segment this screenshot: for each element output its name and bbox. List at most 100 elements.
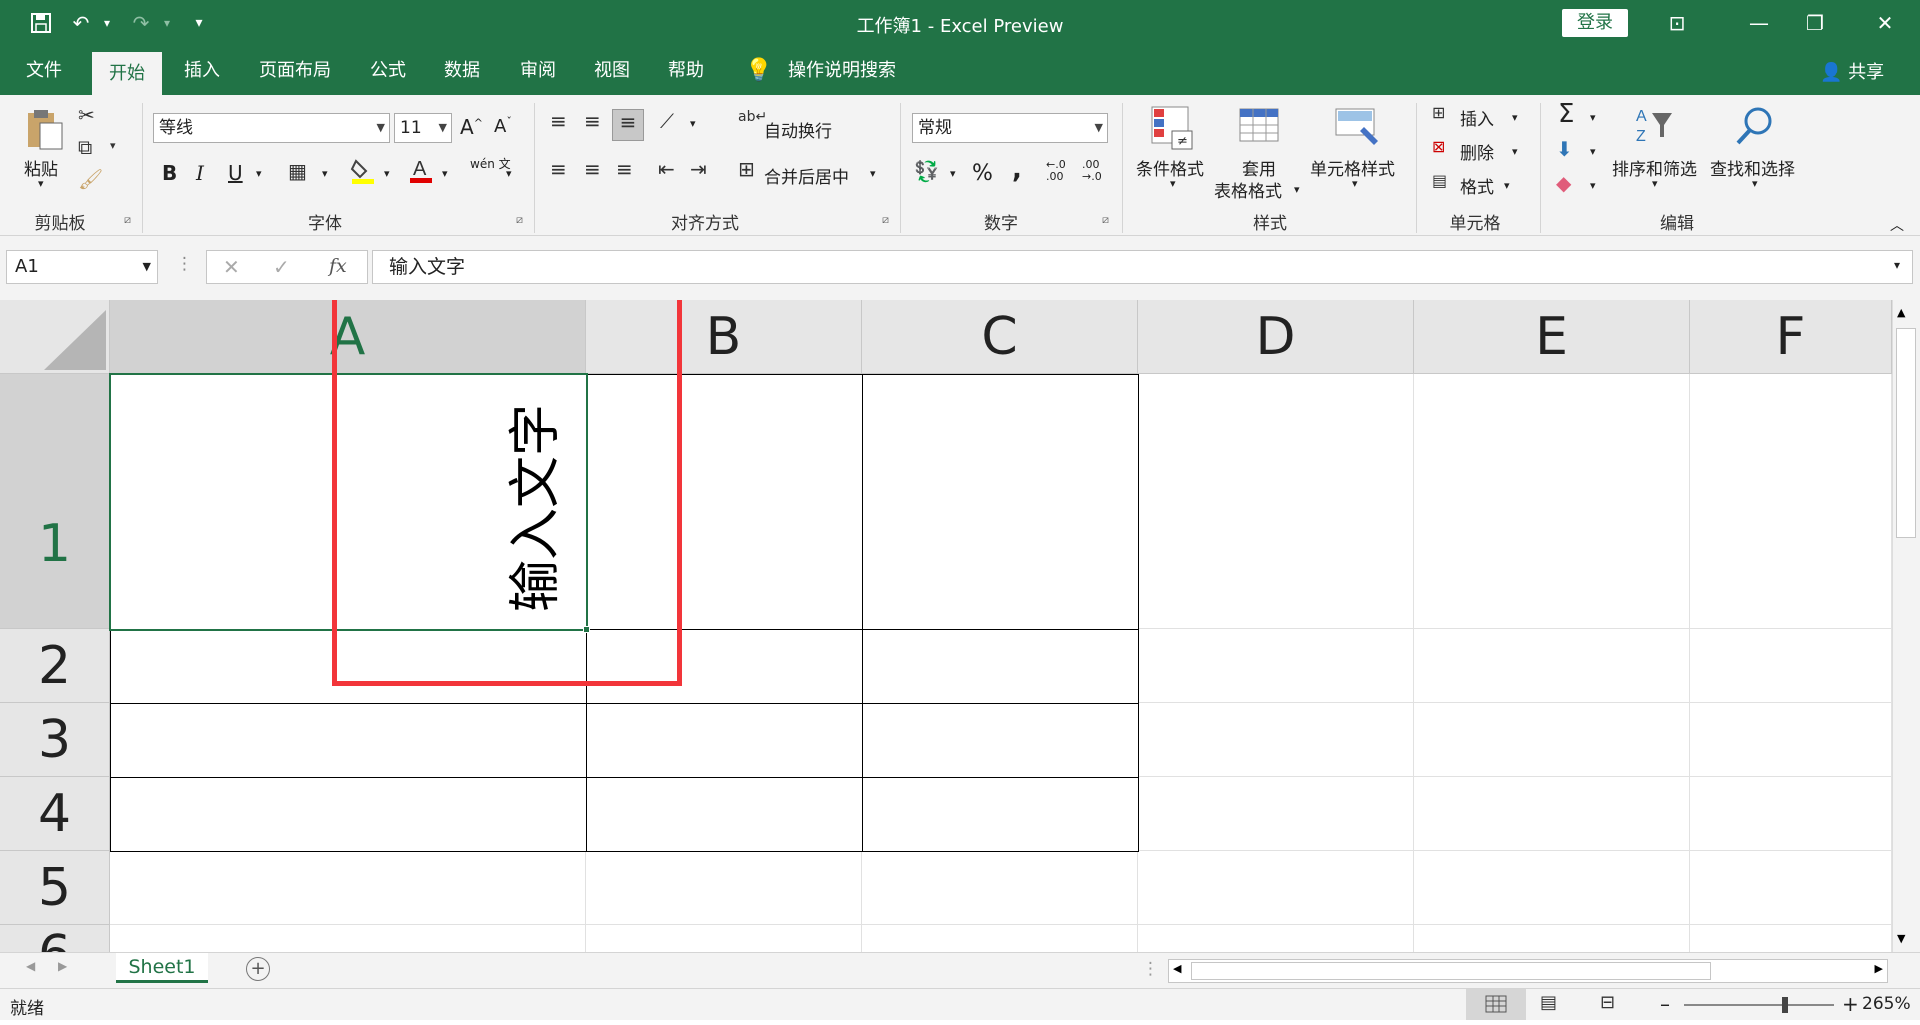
cell[interactable] (1414, 925, 1690, 952)
cell[interactable] (1414, 374, 1690, 629)
cell[interactable] (1138, 629, 1414, 703)
horizontal-scrollbar[interactable]: ◀ ▶ (1168, 959, 1888, 983)
enter-icon[interactable]: ✓ (273, 255, 290, 279)
cell-a3[interactable] (110, 703, 587, 778)
format-table-dropdown-icon[interactable]: ▾ (1294, 183, 1300, 196)
cell-styles-icon[interactable] (1334, 105, 1380, 151)
clipboard-launcher-icon[interactable]: ⧄ (124, 213, 131, 227)
merge-center-icon[interactable]: ⊞ (738, 157, 755, 181)
orientation-dropdown-icon[interactable]: ▾ (690, 117, 696, 130)
prev-sheet-icon[interactable]: ◀ (26, 959, 35, 973)
bottom-align-icon[interactable]: ≡ (612, 109, 644, 141)
row-header-1[interactable]: 1 (0, 374, 110, 629)
currency-icon[interactable]: 💱 (914, 159, 939, 183)
fill-color-dropdown-icon[interactable]: ▾ (384, 167, 390, 180)
normal-view-icon[interactable] (1466, 989, 1526, 1020)
font-name-select[interactable]: 等线 ▼ (153, 113, 390, 143)
sheet-tab-sheet1[interactable]: Sheet1 (116, 953, 208, 983)
zoom-out-button[interactable]: – (1660, 992, 1670, 1016)
tab-formulas[interactable]: 公式 (358, 46, 418, 95)
zoom-level[interactable]: 265% (1862, 994, 1911, 1014)
tab-review[interactable]: 审阅 (508, 46, 568, 95)
sort-dropdown-icon[interactable]: ▾ (1652, 177, 1658, 190)
cell[interactable] (1690, 777, 1892, 851)
name-box[interactable]: A1 ▼ (6, 250, 158, 284)
currency-dropdown-icon[interactable]: ▾ (950, 167, 956, 180)
more-options-icon[interactable]: ⋮ (176, 254, 193, 274)
row-header-5[interactable]: 5 (0, 851, 110, 925)
autosum-dropdown-icon[interactable]: ▾ (1590, 111, 1596, 124)
tab-file[interactable]: 文件 (14, 46, 74, 95)
insert-cells-button[interactable]: 插入 (1460, 105, 1494, 130)
delete-dropdown-icon[interactable]: ▾ (1512, 145, 1518, 158)
cell-a4[interactable] (110, 777, 587, 852)
cell[interactable] (1138, 777, 1414, 851)
tab-page-layout[interactable]: 页面布局 (250, 46, 340, 95)
ribbon-display-options-icon[interactable]: ⊡ (1654, 8, 1700, 38)
cell[interactable] (862, 925, 1138, 952)
column-header-d[interactable]: D (1138, 300, 1414, 374)
zoom-slider[interactable] (1684, 1004, 1834, 1006)
close-button[interactable]: ✕ (1862, 8, 1908, 38)
format-as-table-icon[interactable] (1238, 105, 1284, 151)
find-select-icon[interactable] (1732, 103, 1778, 149)
delete-cells-button[interactable]: 删除 (1460, 139, 1494, 164)
clear-icon[interactable]: ◆ (1556, 171, 1571, 195)
borders-icon[interactable]: ▦ (288, 159, 307, 183)
conditional-dropdown-icon[interactable]: ▾ (1170, 177, 1176, 190)
tab-insert[interactable]: 插入 (172, 46, 232, 95)
insert-function-icon[interactable]: fx (329, 255, 347, 277)
decrease-indent-icon[interactable]: ⇤ (658, 157, 675, 181)
share-button[interactable]: 👤 共享 (1820, 58, 1884, 84)
cell[interactable] (1138, 925, 1414, 952)
copy-dropdown-icon[interactable]: ▾ (110, 139, 116, 152)
font-launcher-icon[interactable]: ⧄ (516, 213, 523, 227)
font-color-icon[interactable]: A (408, 155, 434, 190)
alignment-launcher-icon[interactable]: ⧄ (882, 213, 889, 227)
top-align-icon[interactable]: ≡ (550, 109, 567, 133)
wrap-text-icon[interactable]: ab↵ (738, 109, 767, 125)
cell[interactable] (1690, 374, 1892, 629)
italic-button[interactable]: I (196, 161, 204, 185)
page-layout-view-icon[interactable]: ▤ (1540, 992, 1557, 1013)
number-launcher-icon[interactable]: ⧄ (1102, 213, 1109, 227)
formula-input[interactable]: 输入文字 (372, 250, 1913, 284)
align-center-icon[interactable]: ≡ (584, 157, 601, 181)
next-sheet-icon[interactable]: ▶ (58, 959, 67, 973)
cell[interactable] (1414, 851, 1690, 925)
cancel-icon[interactable]: ✕ (223, 255, 240, 279)
paste-icon[interactable] (22, 107, 68, 153)
conditional-formatting-icon[interactable]: ≠ (1150, 105, 1196, 151)
tab-help[interactable]: 帮助 (656, 46, 716, 95)
column-header-c[interactable]: C (862, 300, 1138, 374)
add-sheet-icon[interactable]: + (246, 957, 270, 981)
wrap-text-button[interactable]: 自动换行 (764, 117, 832, 142)
decrease-decimal-icon[interactable]: .00 →.0 (1082, 159, 1102, 183)
expand-formula-bar-icon[interactable]: ▾ (1894, 258, 1900, 272)
insert-cells-icon[interactable]: ⊞ (1432, 103, 1445, 122)
page-break-view-icon[interactable]: ⊟ (1600, 992, 1615, 1013)
cell[interactable] (110, 925, 586, 952)
cell[interactable] (110, 851, 586, 925)
cell-c1[interactable] (862, 374, 1139, 630)
scroll-thumb[interactable] (1896, 328, 1916, 538)
cell[interactable] (1690, 851, 1892, 925)
grow-font-icon[interactable]: A^ (460, 115, 483, 139)
tab-view[interactable]: 视图 (582, 46, 642, 95)
zoom-slider-thumb[interactable] (1782, 997, 1788, 1013)
row-header-3[interactable]: 3 (0, 703, 110, 777)
select-all-button[interactable] (0, 300, 110, 374)
cell-b3[interactable] (586, 703, 863, 778)
bold-button[interactable]: B (162, 161, 177, 185)
number-format-select[interactable]: 常规 ▼ (912, 113, 1108, 143)
row-header-4[interactable]: 4 (0, 777, 110, 851)
lightbulb-icon[interactable]: 💡 (744, 46, 774, 95)
cell[interactable] (1414, 777, 1690, 851)
underline-dropdown-icon[interactable]: ▾ (256, 167, 262, 180)
cell-styles-dropdown-icon[interactable]: ▾ (1352, 177, 1358, 190)
find-dropdown-icon[interactable]: ▾ (1752, 177, 1758, 190)
align-left-icon[interactable]: ≡ (550, 157, 567, 181)
cell[interactable] (1690, 925, 1892, 952)
cell-c3[interactable] (862, 703, 1139, 778)
phonetic-dropdown-icon[interactable]: ▾ (506, 167, 512, 180)
